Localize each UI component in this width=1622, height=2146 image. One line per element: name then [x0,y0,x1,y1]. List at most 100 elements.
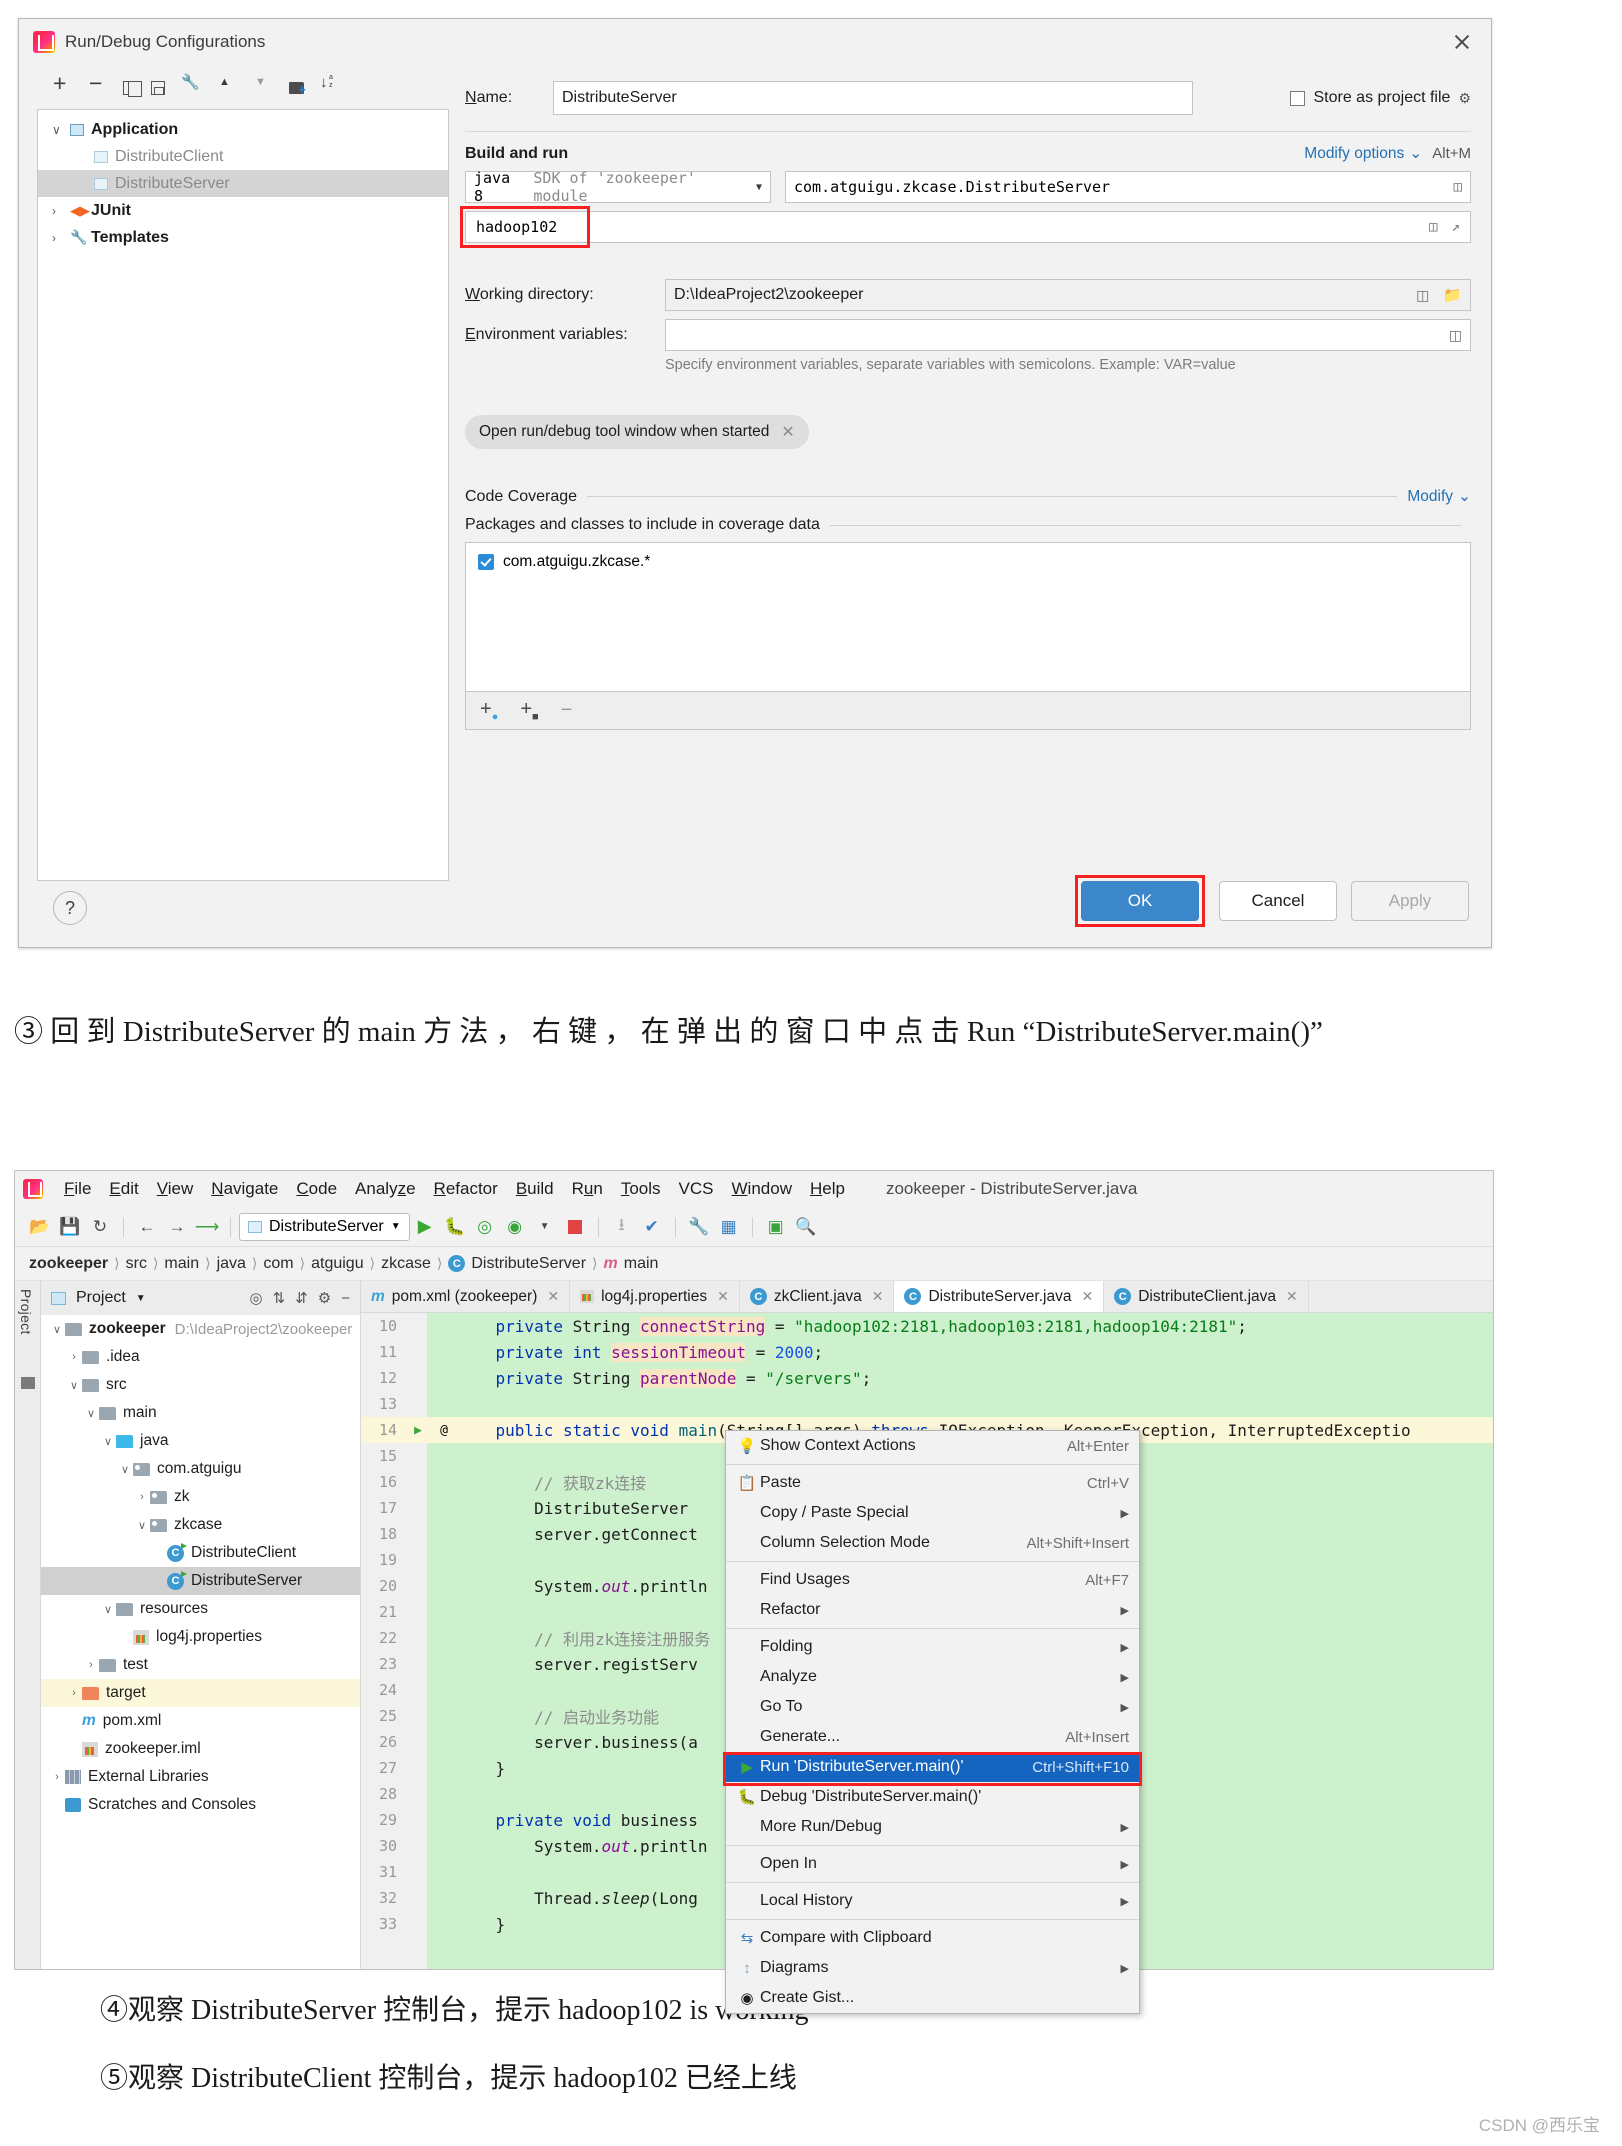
close-icon[interactable]: ✕ [1286,1288,1298,1305]
menu-tools[interactable]: Tools [612,1179,670,1199]
structure-icon[interactable]: ▦ [714,1212,744,1242]
main-class-input[interactable]: com.atguigu.zkcase.DistributeServer ◫ [785,171,1471,203]
store-as-project-file-checkbox[interactable] [1290,90,1306,106]
open-project-icon[interactable]: 📂 [25,1212,55,1242]
chevron-right-icon[interactable]: › [134,1491,150,1503]
tree-item-junit[interactable]: › ◀▶ JUnit [38,197,448,224]
menu-analyze[interactable]: Analyze [346,1179,425,1199]
remove-icon[interactable]: − [561,699,573,722]
breadcrumb-item[interactable]: DistributeServer [471,1255,586,1273]
program-arguments-input[interactable]: hadoop102 ◫ ↗ [465,211,1471,243]
menu-window[interactable]: Window [723,1179,801,1199]
apply-button[interactable]: Apply [1351,881,1469,921]
menu-refactor[interactable]: Refactor [425,1179,507,1199]
ok-button[interactable]: OK [1081,881,1199,921]
sdk-select[interactable]: java 8 SDK of 'zookeeper' module ▼ [465,169,771,205]
chevron-right-icon[interactable]: › [52,231,70,245]
context-menu-item[interactable]: ↕ Diagrams ▶ [726,1953,1139,1983]
chevron-down-icon[interactable]: ∨ [134,1519,150,1532]
breadcrumb-item[interactable]: atguigu [311,1255,364,1273]
run-configuration-selector[interactable]: DistributeServer ▼ [239,1212,410,1241]
chevron-down-icon[interactable]: ∨ [100,1603,116,1616]
save-icon[interactable] [151,80,165,95]
fullscreen-icon[interactable]: ↗ [1452,219,1460,235]
project-tree-row[interactable]: ∨ zkcase [41,1511,360,1539]
breadcrumb-item[interactable]: zookeeper [29,1255,108,1273]
expand-icon[interactable]: ◫ [1416,287,1429,304]
project-tree-row[interactable]: ∨ com.atguigu [41,1455,360,1483]
breadcrumb-item[interactable]: src [126,1255,147,1273]
project-tree-row[interactable]: Scratches and Consoles [41,1791,360,1819]
menu-help[interactable]: Help [801,1179,854,1199]
context-menu-item[interactable]: More Run/Debug ▶ [726,1812,1139,1842]
project-tree-row[interactable]: zookeeper.iml [41,1735,360,1763]
context-menu-item[interactable]: Local History ▶ [726,1886,1139,1916]
chevron-down-icon[interactable]: ▼ [136,1293,146,1304]
context-menu-item[interactable]: 📋 Paste Ctrl+V [726,1468,1139,1498]
locate-icon[interactable]: ◎ [250,1289,263,1307]
chevron-right-icon[interactable]: › [83,1659,99,1671]
project-tree-row[interactable]: ∨ main [41,1399,360,1427]
chevron-down-icon[interactable]: ∨ [83,1407,99,1420]
menu-view[interactable]: View [148,1179,203,1199]
chevron-down-icon[interactable]: ∨ [100,1435,116,1448]
modify-coverage-link[interactable]: Modify [1407,488,1453,506]
save-all-icon[interactable]: 💾 [55,1212,85,1242]
close-icon[interactable]: ✕ [872,1288,884,1305]
chevron-right-icon[interactable]: › [49,1771,65,1783]
environment-variables-input[interactable]: ◫ [665,319,1471,351]
menu-edit[interactable]: Edit [100,1179,147,1199]
chevron-down-icon[interactable]: ∨ [66,1379,82,1392]
chevron-down-icon[interactable]: ▼ [756,182,762,193]
context-menu-item[interactable]: Find Usages Alt+F7 [726,1565,1139,1595]
last-edit-location-icon[interactable]: ⟶ [192,1212,222,1242]
close-icon[interactable]: ✕ [547,1288,559,1305]
update-project-icon[interactable]: ⭳ [607,1212,637,1242]
chevron-down-icon[interactable]: ∨ [117,1463,133,1476]
editor-tab[interactable]: C DistributeClient.java ✕ [1104,1281,1309,1312]
stop-icon[interactable] [560,1212,590,1242]
project-tree-row[interactable]: C DistributeClient [41,1539,360,1567]
working-directory-input[interactable]: D:\IdeaProject2\zookeeper ◫ 📁 [665,279,1471,311]
project-tree-row[interactable]: m pom.xml [41,1707,360,1735]
context-menu-item[interactable]: 🐛 Debug 'DistributeServer.main()' [726,1782,1139,1812]
override-gutter-icon[interactable]: @ [431,1423,457,1438]
modify-options-link[interactable]: Modify options [1304,145,1404,163]
context-menu-item[interactable]: ◉ Create Gist... [726,1983,1139,2013]
expand-icon[interactable]: ◫ [1449,327,1462,344]
project-tree-row[interactable]: › External Libraries [41,1763,360,1791]
sort-alpha-icon[interactable] [320,74,340,96]
tree-item-application[interactable]: ∨ Application [38,116,448,143]
context-menu-item[interactable]: Open In ▶ [726,1849,1139,1879]
context-menu-item[interactable]: Generate... Alt+Insert [726,1722,1139,1752]
add-icon[interactable] [51,70,71,97]
hide-icon[interactable]: − [341,1290,350,1307]
list-item[interactable]: com.atguigu.zkcase.* [478,553,1458,571]
chevron-down-icon[interactable]: ∨ [49,1323,65,1336]
expand-icon[interactable]: ◫ [1429,219,1437,235]
chevron-right-icon[interactable]: › [66,1687,82,1699]
chevron-right-icon[interactable]: › [66,1351,82,1363]
run-with-coverage-icon[interactable]: ◎ [470,1212,500,1242]
project-tree-row[interactable]: log4j.properties [41,1623,360,1651]
editor-tab[interactable]: C DistributeServer.java ✕ [894,1281,1105,1312]
back-icon[interactable]: ← [132,1212,162,1242]
menu-vcs[interactable]: VCS [670,1179,723,1199]
add-package-icon[interactable]: +● [480,698,498,723]
search-icon[interactable]: 🔍 [791,1212,821,1242]
project-tree-row[interactable]: C DistributeServer [41,1567,360,1595]
context-menu-item[interactable]: 💡 Show Context Actions Alt+Enter [726,1431,1139,1461]
menu-code[interactable]: Code [287,1179,346,1199]
editor-tab[interactable]: C zkClient.java ✕ [740,1281,895,1312]
checkbox-checked-icon[interactable] [478,554,494,570]
menu-file[interactable]: File [55,1179,100,1199]
gear-icon[interactable]: ⚙ [318,1289,331,1307]
debug-icon[interactable]: 🐛 [440,1212,470,1242]
wrench-icon[interactable]: 🔧 [684,1212,714,1242]
wrench-icon[interactable] [181,73,201,96]
expand-icon[interactable]: ◫ [1454,179,1462,195]
remove-icon[interactable] [87,70,107,97]
close-icon[interactable]: ✕ [781,422,794,442]
context-menu-item[interactable]: Folding ▶ [726,1632,1139,1662]
project-tree-row[interactable]: ∨ src [41,1371,360,1399]
